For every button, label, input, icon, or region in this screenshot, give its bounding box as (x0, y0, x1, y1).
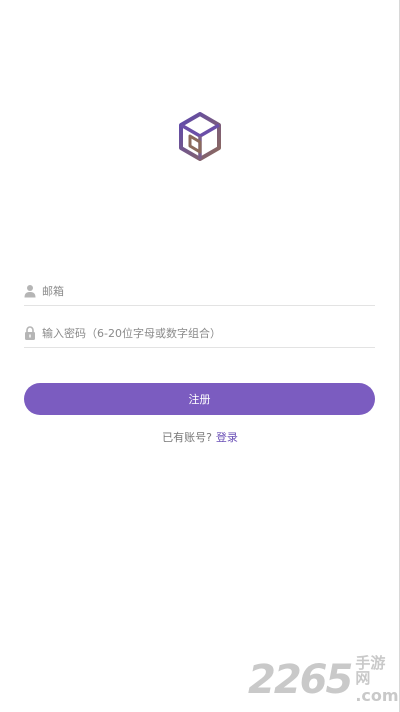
register-button[interactable]: 注册 (24, 383, 375, 415)
watermark-domain: .com (355, 686, 399, 705)
have-account-text: 已有账号? (162, 431, 212, 444)
watermark-logo: 2265 手游网 .com (248, 655, 400, 705)
watermark-number: 2265 (248, 657, 353, 703)
user-icon (24, 285, 36, 298)
password-input[interactable] (42, 321, 372, 345)
email-input[interactable] (42, 279, 372, 303)
watermark-text: 手游网 .com (355, 656, 400, 704)
watermark-site-name: 手游网 (355, 654, 386, 687)
cube-logo-icon (179, 112, 221, 161)
password-field (24, 321, 375, 348)
lock-icon (25, 326, 35, 340)
email-field (24, 279, 375, 306)
register-page: 注册 已有账号? 登录 2265 手游网 .com (0, 0, 400, 712)
login-link[interactable]: 登录 (216, 431, 238, 444)
login-prompt: 已有账号? 登录 (0, 429, 400, 445)
